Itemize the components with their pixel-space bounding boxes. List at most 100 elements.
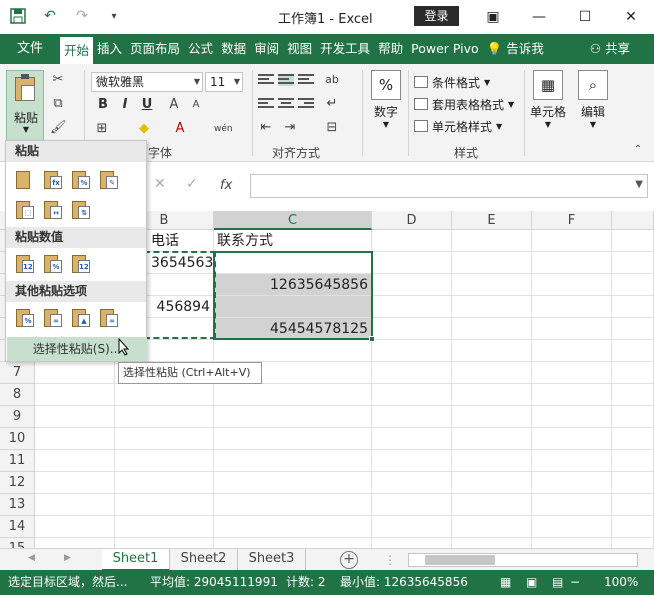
save-icon[interactable]: [6, 6, 30, 26]
tab-tell-me[interactable]: 💡 告诉我: [483, 34, 548, 64]
redo-icon[interactable]: ↷: [70, 6, 94, 26]
grid-cell[interactable]: [214, 472, 372, 494]
grid-cell[interactable]: [35, 428, 115, 450]
cell-b4[interactable]: 456894: [148, 296, 214, 318]
grid-cell[interactable]: [115, 384, 214, 406]
zoom-level[interactable]: 100%: [604, 570, 638, 595]
paste-keep-column-widths-icon[interactable]: ↔: [42, 199, 64, 221]
grid-cell[interactable]: [115, 494, 214, 516]
row-header-8[interactable]: 8: [0, 384, 35, 406]
font-color-icon[interactable]: A: [172, 121, 188, 137]
grid-cell[interactable]: [452, 406, 532, 428]
italic-button[interactable]: I: [116, 97, 134, 112]
grid-cell[interactable]: [35, 494, 115, 516]
grid-cell[interactable]: [372, 428, 452, 450]
cancel-icon[interactable]: ✕: [154, 176, 166, 192]
conditional-format-button[interactable]: 条件格式 ▼: [414, 72, 490, 92]
grid-cell[interactable]: [214, 406, 372, 428]
grid-cell[interactable]: [452, 318, 532, 340]
tab-review[interactable]: 审阅: [250, 34, 283, 64]
horizontal-scrollbar[interactable]: [408, 553, 638, 567]
row-header-15[interactable]: 15: [0, 538, 35, 548]
grid-cell[interactable]: [214, 450, 372, 472]
tab-insert[interactable]: 插入: [93, 34, 126, 64]
format-as-table-button[interactable]: 套用表格格式 ▼: [414, 94, 514, 114]
row-header-12[interactable]: 12: [0, 472, 35, 494]
grid-cell[interactable]: [532, 362, 612, 384]
grid-cell[interactable]: [532, 384, 612, 406]
tab-data[interactable]: 数据: [217, 34, 250, 64]
tab-home[interactable]: 开始: [60, 37, 94, 64]
grid-cell[interactable]: [612, 274, 654, 296]
grid-cell[interactable]: [612, 362, 654, 384]
wrap-text-icon[interactable]: ↵: [324, 96, 340, 112]
fill-color-icon[interactable]: ◆: [136, 121, 152, 137]
grid-cell[interactable]: [612, 494, 654, 516]
ribbon-display-icon[interactable]: ▣: [470, 0, 516, 34]
grid-cell[interactable]: [612, 428, 654, 450]
grid-cell[interactable]: [452, 252, 532, 274]
cell-c1[interactable]: 联系方式: [214, 230, 372, 252]
editing-button[interactable]: ⌕ 编辑 ▼: [576, 70, 610, 129]
grid-cell[interactable]: [612, 406, 654, 428]
merge-center-icon[interactable]: ⊟: [324, 120, 340, 136]
align-middle-icon[interactable]: [278, 74, 294, 86]
grid-cell[interactable]: [532, 428, 612, 450]
grid-cell[interactable]: [612, 538, 654, 548]
grid-cell[interactable]: [35, 516, 115, 538]
grid-cell[interactable]: [372, 274, 452, 296]
cells-button[interactable]: ▦ 单元格 ▼: [528, 70, 568, 129]
page-layout-view-icon[interactable]: ▣: [526, 570, 537, 595]
grid-cell[interactable]: [35, 362, 115, 384]
zoom-out-icon[interactable]: −: [570, 570, 580, 595]
grid-cell[interactable]: [372, 252, 452, 274]
column-header-e[interactable]: E: [452, 211, 532, 230]
grid-cell[interactable]: [35, 472, 115, 494]
paste-values-number-format-icon[interactable]: %: [42, 253, 64, 275]
grid-cell[interactable]: [115, 428, 214, 450]
page-break-view-icon[interactable]: ▤: [552, 570, 563, 595]
minimize-icon[interactable]: —: [516, 0, 562, 34]
grid-cell[interactable]: [532, 516, 612, 538]
tab-file[interactable]: 文件: [0, 34, 60, 64]
row-header-14[interactable]: 14: [0, 516, 35, 538]
column-header-g[interactable]: [612, 211, 654, 230]
grid-cell[interactable]: [372, 472, 452, 494]
sheet-tab-1[interactable]: Sheet1: [102, 549, 170, 571]
grid-cell[interactable]: [115, 516, 214, 538]
grid-cell[interactable]: [452, 516, 532, 538]
grid-cell[interactable]: [35, 406, 115, 428]
cell-b2[interactable]: 3654563: [148, 252, 214, 274]
normal-view-icon[interactable]: ▦: [500, 570, 511, 595]
grid-cell[interactable]: [35, 538, 115, 548]
paste-values-source-format-icon[interactable]: 123: [70, 253, 92, 275]
grid-cell[interactable]: [214, 516, 372, 538]
paste-link-icon[interactable]: ∞: [42, 307, 64, 329]
grid-cell[interactable]: [214, 340, 372, 362]
grid-cell[interactable]: [452, 472, 532, 494]
tab-power-pivot[interactable]: Power Pivo: [407, 34, 483, 64]
tab-help[interactable]: 帮助: [374, 34, 407, 64]
paste-formulas-icon[interactable]: fx: [42, 169, 64, 191]
grid-cell[interactable]: [452, 296, 532, 318]
paste-formatting-icon[interactable]: %: [14, 307, 36, 329]
paste-picture-icon[interactable]: ▲: [70, 307, 92, 329]
collapse-ribbon-icon[interactable]: ⌃: [630, 142, 646, 158]
sheet-tab-2[interactable]: Sheet2: [170, 549, 238, 571]
column-header-d[interactable]: D: [372, 211, 452, 230]
row-header-7[interactable]: 7: [0, 362, 35, 384]
paste-transpose-icon[interactable]: ⇅: [70, 199, 92, 221]
grid-cell[interactable]: [612, 340, 654, 362]
cell-c2[interactable]: [214, 252, 372, 274]
grid-cell[interactable]: [372, 384, 452, 406]
tab-split-handle[interactable]: ⋮: [384, 553, 396, 567]
align-right-icon[interactable]: [298, 98, 314, 110]
grid-cell[interactable]: [532, 538, 612, 548]
tab-formulas[interactable]: 公式: [184, 34, 217, 64]
align-bottom-icon[interactable]: [298, 74, 314, 86]
decrease-indent-icon[interactable]: ⇤: [258, 120, 274, 136]
grid-cell[interactable]: [532, 494, 612, 516]
row-header-10[interactable]: 10: [0, 428, 35, 450]
border-icon[interactable]: ⊞: [94, 121, 110, 137]
copy-icon[interactable]: ⧉: [50, 96, 66, 112]
